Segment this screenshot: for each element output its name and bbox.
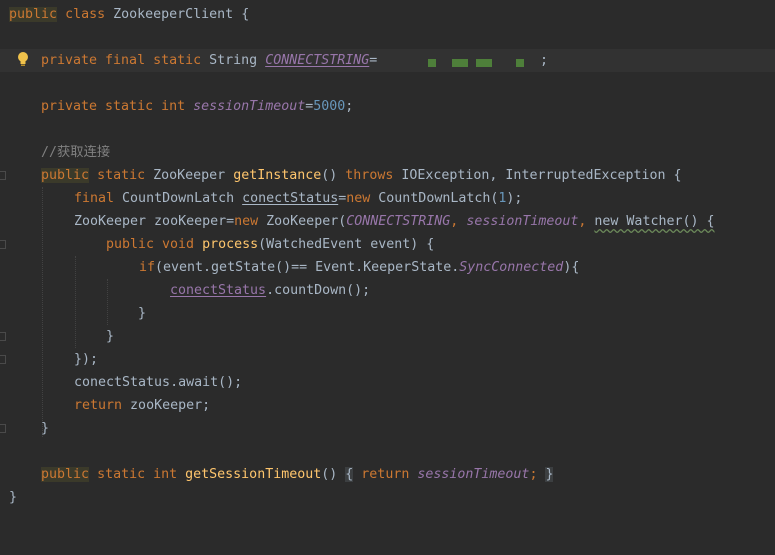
- method-name: process: [202, 237, 259, 252]
- keyword: new: [234, 214, 259, 229]
- statement-end: );: [506, 191, 523, 206]
- statement-end: ;: [540, 53, 549, 68]
- code-line[interactable]: if(event.getState()== Event.KeeperState.…: [0, 256, 775, 279]
- redacted-value: [452, 59, 468, 67]
- brace: }: [106, 329, 115, 344]
- method-name: getSessionTimeout: [185, 467, 322, 482]
- keyword: return: [361, 467, 410, 482]
- keyword: throws: [345, 168, 394, 183]
- code-line[interactable]: }: [0, 302, 775, 325]
- operator: =: [369, 53, 378, 68]
- keyword: return: [74, 398, 123, 413]
- keyword: static: [97, 168, 146, 183]
- code-line[interactable]: //获取连接: [0, 141, 775, 164]
- field-name: sessionTimeout: [193, 99, 306, 114]
- code-line[interactable]: public class ZookeeperClient {: [0, 3, 775, 26]
- brace: }: [41, 421, 50, 436]
- brace: }: [138, 306, 147, 321]
- keyword: final: [74, 191, 115, 206]
- field-name: sessionTimeout: [466, 214, 579, 229]
- field-name: CONNECTSTRING: [346, 214, 451, 229]
- method-call: .countDown();: [266, 283, 371, 298]
- code-line[interactable]: public static int getSessionTimeout() { …: [0, 463, 775, 486]
- constructor: CountDownLatch(: [378, 191, 499, 206]
- keyword: public: [41, 467, 90, 482]
- parens: (): [321, 467, 338, 482]
- parens: (): [321, 168, 338, 183]
- type-name: ZooKeeper: [153, 168, 226, 183]
- brace: }: [9, 490, 18, 505]
- exception-list: IOException, InterruptedException {: [401, 168, 682, 183]
- class-name: ZookeeperClient {: [113, 7, 250, 22]
- number-literal: 5000: [313, 99, 346, 114]
- separator: ,: [578, 214, 595, 229]
- code-line[interactable]: }: [0, 486, 775, 509]
- redacted-value: [476, 59, 492, 67]
- statement: conectStatus.await();: [74, 375, 243, 390]
- code-line[interactable]: conectStatus.await();: [0, 371, 775, 394]
- keyword: public void: [106, 237, 195, 252]
- redacted-value: [516, 59, 524, 67]
- folded-brace[interactable]: }: [545, 467, 554, 482]
- type-name: CountDownLatch: [122, 191, 235, 206]
- code-line[interactable]: final CountDownLatch conectStatus=new Co…: [0, 187, 775, 210]
- lightbulb-icon[interactable]: [17, 51, 29, 67]
- keyword: private static: [41, 99, 154, 114]
- redacted-value: [428, 59, 436, 67]
- variable-name: conectStatus: [170, 283, 267, 298]
- folded-brace[interactable]: {: [345, 467, 354, 482]
- type-name: String: [209, 53, 258, 68]
- code-line-current[interactable]: private final static String CONNECTSTRIN…: [0, 49, 775, 72]
- code-line[interactable]: public static ZooKeeper getInstance() th…: [0, 164, 775, 187]
- code-line[interactable]: return zooKeeper;: [0, 394, 775, 417]
- code-line[interactable]: conectStatus.countDown();: [0, 279, 775, 302]
- code-line[interactable]: }: [0, 325, 775, 348]
- constructor: ZooKeeper(: [266, 214, 347, 229]
- declaration: ZooKeeper zooKeeper=: [74, 214, 235, 229]
- comment: //获取连接: [41, 145, 111, 160]
- separator: ,: [450, 214, 467, 229]
- code-line[interactable]: public void process(WatchedEvent event) …: [0, 233, 775, 256]
- variable-name: conectStatus: [242, 191, 339, 206]
- keyword: public: [9, 7, 58, 22]
- code-line[interactable]: private static int sessionTimeout=5000;: [0, 95, 775, 118]
- keyword: private final static: [41, 53, 202, 68]
- keyword: class: [65, 7, 106, 22]
- code-editor[interactable]: public class ZookeeperClient { private f…: [0, 0, 775, 515]
- parameters: (WatchedEvent event) {: [258, 237, 435, 252]
- keyword: static int: [97, 467, 178, 482]
- keyword: public: [41, 168, 90, 183]
- code-line[interactable]: });: [0, 348, 775, 371]
- keyword: new: [346, 191, 371, 206]
- anonymous-class: new Watcher() {: [594, 214, 715, 229]
- brace: });: [74, 352, 99, 367]
- statement: zooKeeper;: [122, 398, 211, 413]
- keyword: if: [139, 260, 156, 275]
- code-line[interactable]: ZooKeeper zooKeeper=new ZooKeeper(CONNEC…: [0, 210, 775, 233]
- statement-end: ;: [529, 467, 538, 482]
- field-name: CONNECTSTRING: [265, 53, 370, 68]
- field-name: SyncConnected: [459, 260, 564, 275]
- statement-end: ;: [345, 99, 354, 114]
- condition: (event.getState()== Event.KeeperState.: [155, 260, 460, 275]
- method-name: getInstance: [233, 168, 322, 183]
- keyword: int: [161, 99, 186, 114]
- field-name: sessionTimeout: [417, 467, 530, 482]
- code-line[interactable]: }: [0, 417, 775, 440]
- brace: ){: [563, 260, 580, 275]
